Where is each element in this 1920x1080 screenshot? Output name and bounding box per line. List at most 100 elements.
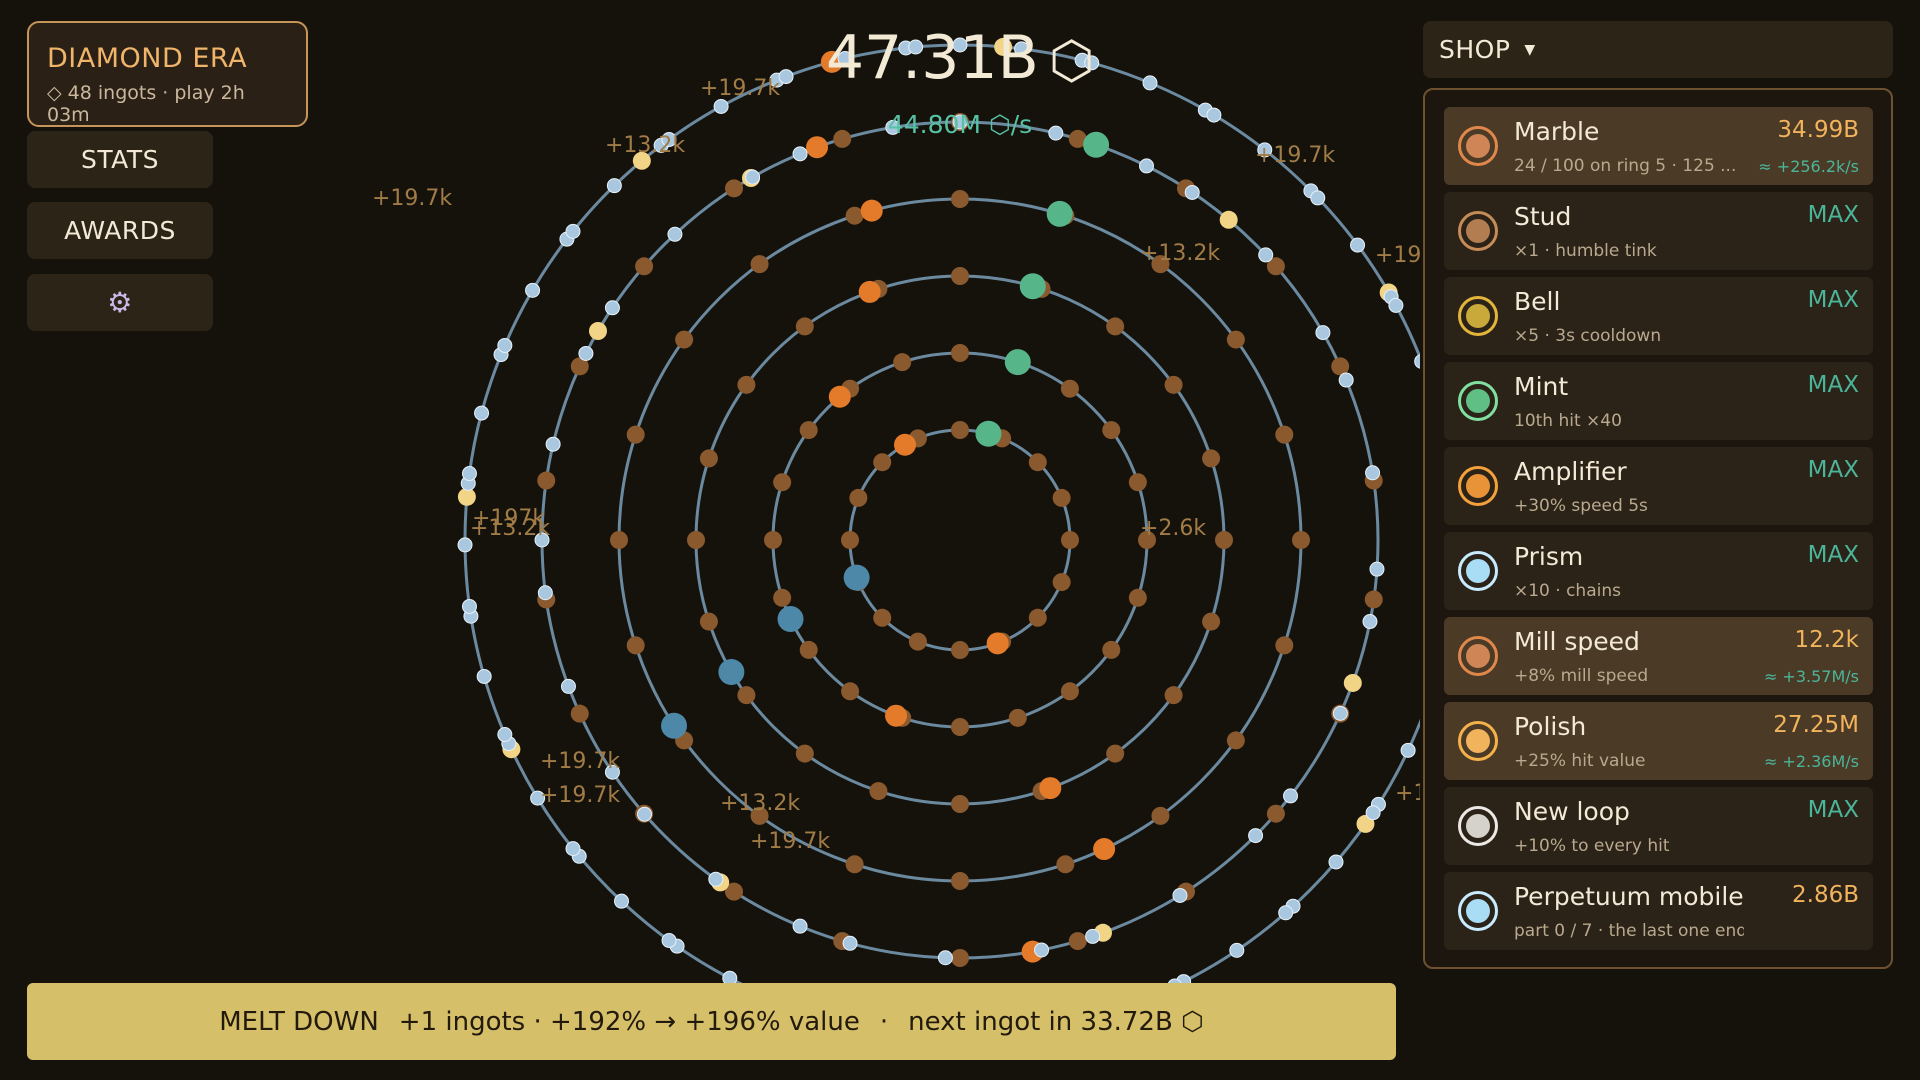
stud: [1202, 449, 1221, 468]
shop-item[interactable]: New loop +10% to every hit MAX: [1444, 787, 1873, 865]
shop-item-gain: ≈ +2.36M/s: [1763, 752, 1859, 771]
marble: [1365, 805, 1381, 821]
upgrade-icon: [1458, 126, 1498, 166]
marble: [461, 598, 477, 614]
melt-separator: ·: [879, 1006, 889, 1037]
marble: [614, 893, 630, 909]
stud: [1164, 686, 1183, 705]
marble: [560, 678, 576, 694]
shop-item-name: Bell: [1514, 287, 1561, 316]
rate-counter: 44.80M ⬡/s: [887, 110, 1033, 139]
stud: [951, 267, 969, 285]
shop-item-desc: +10% to every hit: [1514, 836, 1670, 856]
shop-item-price: 2.86B: [1792, 882, 1859, 908]
stud: [1060, 682, 1079, 701]
hit-popup: +13.2k: [605, 133, 685, 158]
stud: [635, 257, 654, 276]
shop-item-desc: ×1 · humble tink: [1514, 241, 1657, 261]
marble: [745, 169, 761, 185]
melt-label: MELT DOWN: [219, 1006, 379, 1037]
mint: [1019, 273, 1046, 300]
marble: [474, 405, 490, 421]
marble: [1388, 297, 1404, 313]
ring-field[interactable]: +19.7k +13.2k +2.6k +197k +19.7k +13.2k +19.7k…: [0, 0, 1420, 985]
stud: [951, 795, 969, 813]
shop-item[interactable]: Bell ×5 · 3s cooldown MAX: [1444, 277, 1873, 355]
stud: [1102, 421, 1121, 440]
marble: [1315, 325, 1331, 341]
shop-item-desc: ×5 · 3s cooldown: [1514, 326, 1662, 346]
melt-detail: +1 ingots · +192% → +196% value: [398, 1006, 860, 1037]
stud: [873, 608, 892, 627]
stud: [737, 686, 756, 705]
stud: [799, 421, 818, 440]
stud: [799, 640, 818, 659]
shop-item[interactable]: Mint 10th hit ×40 MAX: [1444, 362, 1873, 440]
hit-popup: +13.2k: [1140, 241, 1220, 266]
shop-item-name: Amplifier: [1514, 457, 1627, 486]
stud: [1202, 612, 1221, 631]
shop-item-name: Marble: [1514, 117, 1600, 146]
stud: [1226, 330, 1245, 349]
shop-item[interactable]: Mill speed +8% mill speed 12.2k ≈ +3.57M/s: [1444, 617, 1873, 695]
caret-down-icon: ▼: [1524, 41, 1536, 58]
stud: [764, 531, 782, 549]
shop-item[interactable]: Marble 24 / 100 on ring 5 · 125 ... 34.99B…: [1444, 107, 1873, 185]
marble: [1310, 190, 1326, 206]
shop-item-price: MAX: [1807, 542, 1859, 568]
marble: [637, 806, 653, 822]
stud: [1128, 473, 1147, 492]
upgrade-icon: [1458, 636, 1498, 676]
stud: [845, 855, 864, 874]
stud: [1275, 636, 1294, 655]
stud: [699, 612, 718, 631]
shop-label: SHOP: [1439, 35, 1511, 64]
stud: [951, 190, 969, 208]
upgrade-icon-core: [1466, 559, 1490, 583]
stud: [1128, 588, 1147, 607]
shop-item[interactable]: Stud ×1 · humble tink MAX: [1444, 192, 1873, 270]
shop-item-name: Perpetuum mobile: [1514, 882, 1744, 911]
hit-popup: +19.7k: [1255, 143, 1335, 168]
shop-item-desc: 24 / 100 on ring 5 · 125 ...: [1514, 156, 1737, 176]
prism: [843, 564, 870, 591]
stud: [750, 255, 769, 274]
shop-item[interactable]: Polish +25% hit value 27.25M ≈ +2.36M/s: [1444, 702, 1873, 780]
shop-item-name: Mill speed: [1514, 627, 1640, 656]
shop-dropdown[interactable]: SHOP ▼: [1423, 21, 1893, 78]
shop-item-name: Stud: [1514, 202, 1572, 231]
ring-track: [771, 351, 1149, 729]
marble: [1338, 372, 1354, 388]
marble: [1365, 465, 1381, 481]
shop-item-gain: ≈ +3.57M/s: [1763, 667, 1859, 686]
shop-item-price: MAX: [1807, 202, 1859, 228]
amplifier: [1093, 838, 1116, 861]
shop-item-price: 27.25M: [1773, 712, 1859, 738]
marble: [476, 668, 492, 684]
melt-down-button[interactable]: MELT DOWN +1 ingots · +192% → +196% valu…: [27, 983, 1396, 1060]
shop-item-desc: +25% hit value: [1514, 751, 1646, 771]
stud: [1061, 531, 1079, 549]
bell: [589, 322, 608, 340]
marble: [497, 337, 513, 353]
marble: [667, 226, 683, 242]
mint: [1004, 349, 1031, 376]
marble: [1206, 107, 1222, 123]
amplifier: [885, 704, 908, 727]
amplifier: [986, 632, 1009, 655]
marble: [606, 178, 622, 194]
upgrade-icon: [1458, 381, 1498, 421]
shop-item[interactable]: Perpetuum mobile part 0 / 7 · the last on…: [1444, 872, 1873, 950]
stud: [951, 641, 969, 659]
shop-item[interactable]: Amplifier +30% speed 5s MAX: [1444, 447, 1873, 525]
mint: [975, 420, 1002, 447]
shop-item[interactable]: Prism ×10 · chains MAX: [1444, 532, 1873, 610]
upgrade-icon-core: [1466, 814, 1490, 838]
marble: [1350, 237, 1366, 253]
stud: [1028, 608, 1047, 627]
upgrade-icon-core: [1466, 899, 1490, 923]
shop-list: Marble 24 / 100 on ring 5 · 125 ... 34.99B…: [1423, 88, 1893, 969]
amplifier: [894, 433, 916, 456]
stud: [626, 425, 645, 444]
shop-item-desc: +8% mill speed: [1514, 666, 1649, 686]
